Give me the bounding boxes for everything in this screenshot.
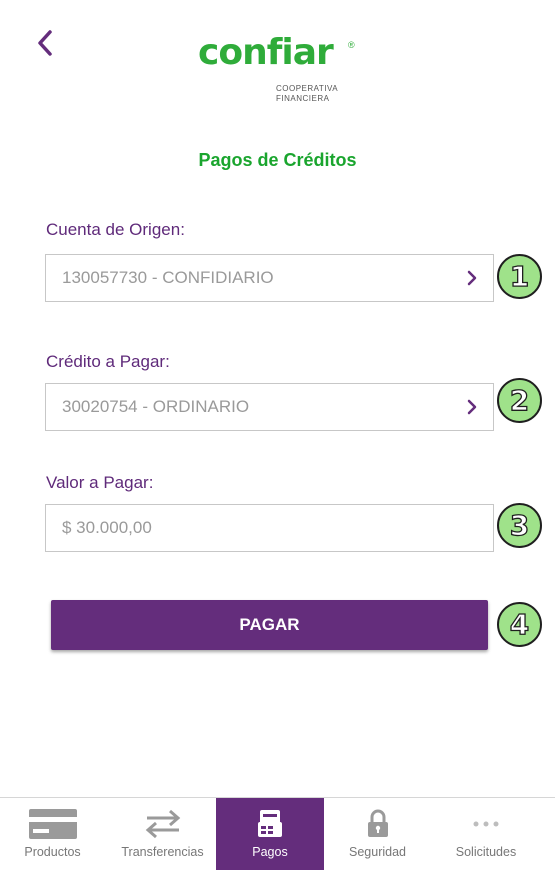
tab-solicitudes[interactable]: Solicitudes — [432, 798, 540, 870]
amount-label: Valor a Pagar: — [46, 473, 154, 492]
chevron-right-icon — [467, 270, 477, 286]
tab-seguridad[interactable]: Seguridad — [325, 798, 430, 870]
tab-productos[interactable]: Productos — [0, 798, 105, 870]
chevron-right-icon — [467, 399, 477, 415]
step-badge-1: 1 — [497, 254, 542, 299]
tab-pagos[interactable]: Pagos — [216, 798, 324, 870]
step-badge-2: 2 — [497, 378, 542, 423]
pay-button[interactable]: PAGAR — [51, 600, 488, 650]
chevron-left-icon — [38, 30, 52, 56]
origin-account-label: Cuenta de Origen: — [46, 220, 185, 239]
logo-registered-mark: ® — [348, 40, 355, 50]
credit-label: Crédito a Pagar: — [46, 352, 170, 371]
confiar-logo: confiar ® COOPERATIVA FINANCIERA — [196, 32, 358, 108]
card-icon — [28, 809, 77, 839]
lock-icon — [367, 809, 388, 837]
amount-input[interactable] — [62, 518, 493, 538]
transfer-arrows-icon — [145, 809, 180, 839]
origin-account-value: 130057730 - CONFIDIARIO — [62, 268, 274, 287]
amount-field[interactable] — [45, 504, 494, 552]
tab-label: Seguridad — [349, 845, 406, 859]
back-button[interactable] — [30, 26, 60, 60]
bottom-tab-bar: Productos Transferencias Pagos Seguridad… — [0, 797, 555, 870]
tab-transferencias[interactable]: Transferencias — [110, 798, 215, 870]
origin-account-select[interactable]: 130057730 - CONFIDIARIO — [45, 254, 494, 302]
logo-wordmark: confiar — [198, 32, 334, 73]
tab-label: Transferencias — [121, 845, 204, 859]
step-badge-4: 4 — [497, 602, 542, 647]
logo-subtitle-line2: FINANCIERA — [276, 94, 330, 103]
credit-value: 30020754 - ORDINARIO — [62, 397, 250, 416]
tab-label: Productos — [24, 845, 81, 859]
logo-subtitle-line1: COOPERATIVA — [276, 84, 339, 93]
more-dots-icon — [473, 821, 499, 827]
tab-label: Pagos — [252, 845, 288, 859]
credit-select[interactable]: 30020754 - ORDINARIO — [45, 383, 494, 431]
payment-icon — [258, 810, 282, 837]
page-title: Pagos de Créditos — [198, 150, 357, 170]
tab-label: Solicitudes — [455, 845, 517, 859]
step-badge-3: 3 — [497, 503, 542, 548]
